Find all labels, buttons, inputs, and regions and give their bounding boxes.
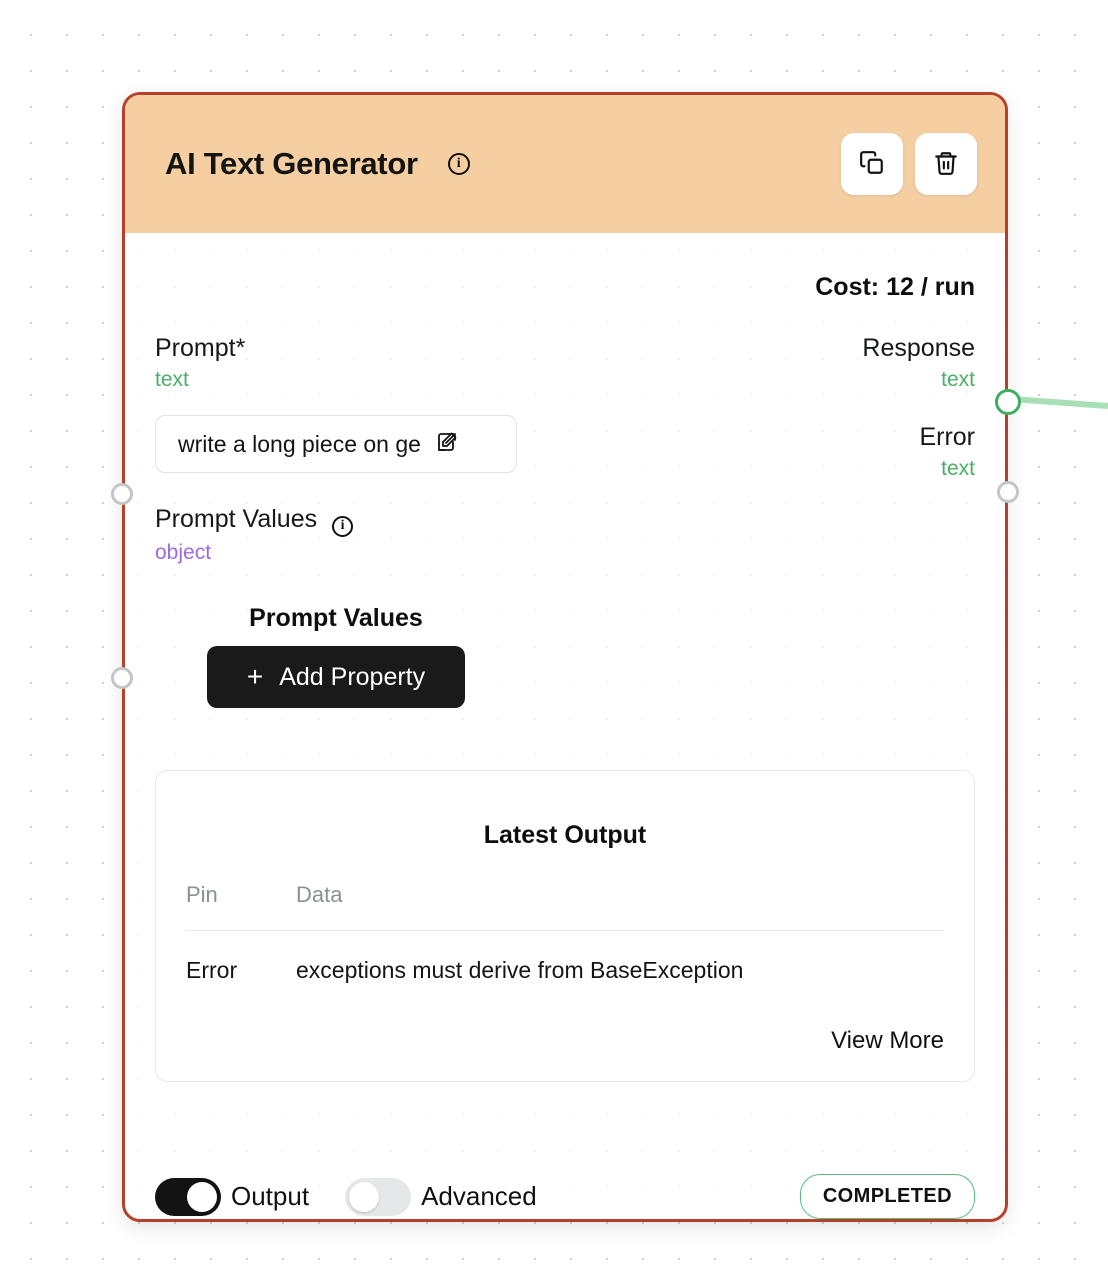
node-header: AI Text Generator i [125,95,1005,233]
port-dot-error[interactable] [997,481,1019,503]
cost-label: Cost: 12 / run [815,273,975,301]
output-port-error-label: Error [919,423,975,451]
column-header-data: Data [296,882,944,931]
edge-response-connection [1009,396,1108,409]
input-port-prompt-type: text [155,367,189,391]
advanced-toggle[interactable] [345,1177,412,1216]
plus-icon: + [246,661,264,692]
output-port-response-type: text [941,367,975,391]
copy-icon [859,150,885,179]
input-port-prompt-values[interactable]: Prompt Values i object [155,505,524,568]
add-property-label: Add Property [279,662,426,691]
output-toggle[interactable] [155,1177,221,1216]
delete-button[interactable] [915,133,977,195]
input-port-prompt-values-label: Prompt Values [155,505,318,533]
advanced-toggle-knob [349,1181,380,1212]
cell-data: exceptions must derive from BaseExceptio… [296,957,744,983]
output-toggle-knob [187,1181,217,1212]
output-port-error-type: text [941,456,975,480]
advanced-toggle-label: Advanced [421,1181,537,1211]
latest-output-card: Latest Output Pin Data Error exceptions … [155,770,975,1082]
copy-button[interactable] [841,133,903,195]
node-title: AI Text Generator [165,146,418,181]
prompt-input-field[interactable]: write a long piece on ge [155,415,517,473]
inputs-column: Prompt* text write a long piece on ge Pr… [155,334,524,708]
prompt-values-editor: Prompt Values + Add Property [155,604,517,708]
port-dot-response[interactable] [995,389,1021,415]
trash-icon [933,150,959,179]
node-body: Cost: 12 / run Prompt* text write a long… [125,233,1005,1148]
port-dot-prompt[interactable] [111,483,133,505]
table-row: Error exceptions must derive from BaseEx… [186,931,944,985]
output-port-response[interactable]: Response text [606,334,975,395]
outputs-column: Response text Error text [606,334,975,484]
output-toggle-label: Output [231,1181,310,1211]
input-port-prompt-values-type: object [155,540,212,564]
status-badge: COMPLETED [799,1174,975,1219]
output-port-response-label: Response [862,334,975,362]
node-footer: Output Advanced COMPLETED [125,1148,1005,1219]
port-dot-prompt-values[interactable] [111,667,133,689]
io-row: Prompt* text write a long piece on ge Pr… [155,334,975,708]
input-port-prompt-values-label-wrap: Prompt Values i [155,505,524,537]
prompt-input-value: write a long piece on ge [178,430,421,457]
prompt-values-heading: Prompt Values [249,604,423,632]
input-port-prompt[interactable]: Prompt* text [155,334,524,395]
info-icon[interactable]: i [447,153,470,175]
edit-icon[interactable] [435,430,459,459]
table-header-row: Pin Data [186,882,944,931]
input-port-prompt-label: Prompt* [155,334,246,362]
workflow-node-ai-text-generator[interactable]: AI Text Generator i Cost: 12 / run Promp… [111,92,1021,1222]
output-port-error[interactable]: Error text [606,423,975,484]
view-more-link[interactable]: View More [186,1027,944,1059]
add-property-button[interactable]: + Add Property [206,646,466,708]
latest-output-title: Latest Output [483,821,647,849]
cell-pin: Error [186,957,238,983]
prompt-values-info-icon[interactable]: i [332,515,354,537]
latest-output-table: Pin Data Error exceptions must derive fr… [186,882,944,984]
column-header-pin: Pin [186,882,296,931]
info-icon: i [332,515,354,537]
